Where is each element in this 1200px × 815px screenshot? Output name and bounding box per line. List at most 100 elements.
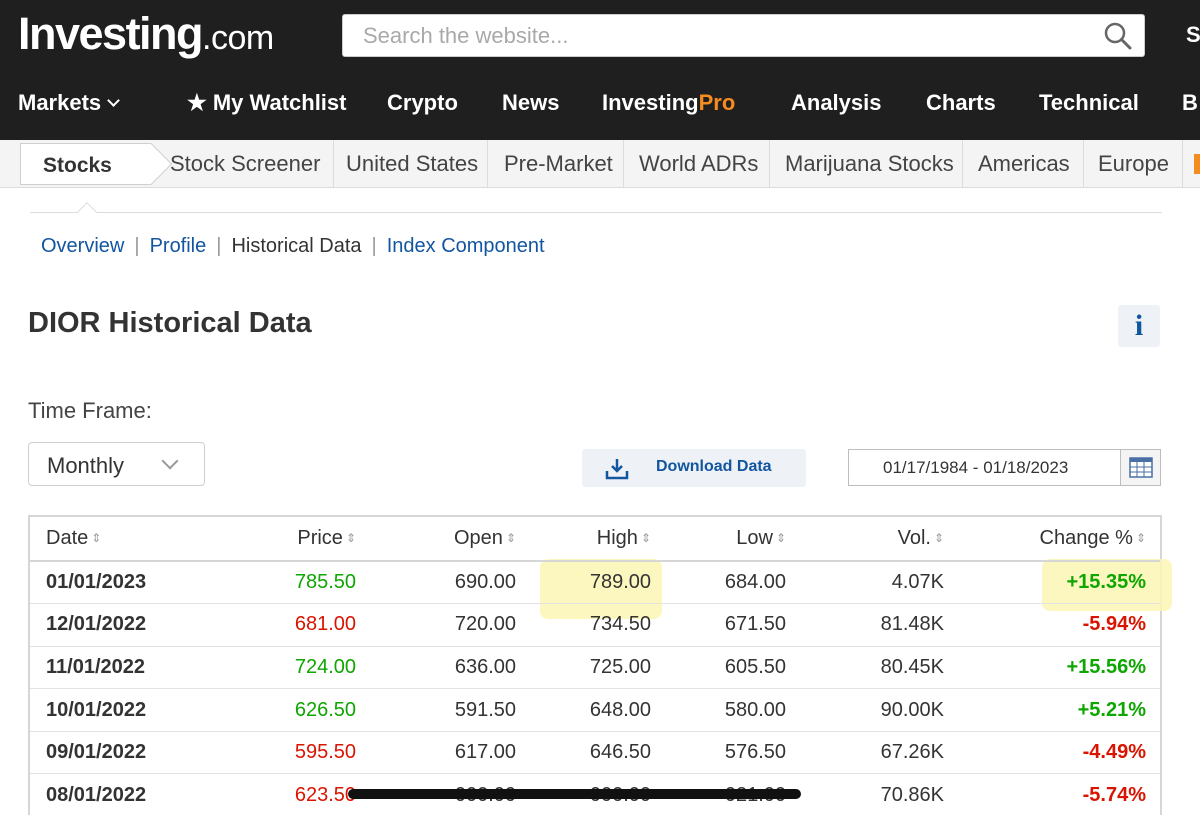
cell-change: -5.74% [958, 773, 1160, 815]
cell-high: 648.00 [530, 688, 665, 732]
cell-change: +5.21% [958, 688, 1160, 732]
divider [769, 140, 770, 187]
table-row: 12/01/2022 681.00 720.00 734.50 671.50 8… [30, 603, 1160, 647]
nav-truncated[interactable]: B [1182, 90, 1198, 116]
search-box [342, 14, 1145, 57]
cell-volume: 4.07K [800, 561, 958, 605]
link-overview[interactable]: Overview [41, 235, 124, 257]
subnav-overflow-accent [1194, 154, 1200, 174]
download-icon [605, 459, 629, 480]
col-date[interactable]: Date ⇕ [30, 517, 220, 562]
cell-low: 576.50 [665, 731, 800, 775]
cell-date: 09/01/2022 [30, 731, 220, 775]
cell-open: 636.00 [370, 646, 530, 690]
divider [962, 140, 963, 187]
top-header: Investing.com S Markets ★ My Watchlist C… [0, 0, 1200, 140]
timeframe-label: Time Frame: [28, 398, 152, 423]
col-price[interactable]: Price ⇕ [220, 517, 370, 562]
subnav-marijuana-stocks[interactable]: Marijuana Stocks [785, 151, 954, 177]
subnav-europe[interactable]: Europe [1098, 151, 1169, 177]
cell-price: 681.00 [220, 603, 370, 647]
nav-my-watchlist[interactable]: ★ My Watchlist [187, 90, 346, 116]
cell-change: -4.49% [958, 731, 1160, 775]
chevron-down-icon [107, 94, 121, 107]
home-indicator-bar [348, 789, 801, 799]
separator: | [216, 235, 222, 257]
tabs-underline [30, 212, 1162, 213]
user-menu[interactable]: S [1186, 22, 1200, 48]
subnav-pre-market[interactable]: Pre-Market [504, 151, 613, 177]
cell-change: +15.35% [958, 561, 1160, 605]
sort-icon: ⇕ [1135, 531, 1146, 545]
tab-stocks[interactable]: Stocks [20, 142, 173, 186]
link-index-component[interactable]: Index Component [387, 235, 545, 257]
table-row: 10/01/2022 626.50 591.50 648.00 580.00 9… [30, 688, 1160, 732]
chevron-down-icon [161, 452, 179, 470]
historical-data-table: Date ⇕ Price ⇕ Open ⇕ High ⇕ Low ⇕ Vol. ⇕ Chan… [30, 517, 1160, 815]
link-historical-data[interactable]: Historical Data [231, 235, 361, 257]
cell-price: 595.50 [220, 731, 370, 775]
cell-open: 690.00 [370, 561, 530, 605]
separator: | [371, 235, 377, 257]
logo-suffix-text: .com [202, 19, 274, 57]
cell-date: 12/01/2022 [30, 603, 220, 647]
nav-pro-suffix: Pro [698, 90, 736, 115]
search-icon[interactable] [1102, 21, 1134, 51]
subnav-world-adrs[interactable]: World ADRs [639, 151, 758, 177]
cell-open: 617.00 [370, 731, 530, 775]
download-data-label: Download Data [656, 458, 772, 475]
col-change[interactable]: Change % ⇕ [958, 517, 1160, 562]
cell-volume: 70.86K [800, 773, 958, 815]
tab-notch [77, 202, 97, 222]
cell-volume: 81.48K [800, 603, 958, 647]
search-input[interactable] [343, 15, 1083, 56]
sort-icon: ⇕ [505, 531, 516, 545]
nav-technical[interactable]: Technical [1039, 90, 1139, 116]
col-open[interactable]: Open ⇕ [370, 517, 530, 562]
nav-crypto[interactable]: Crypto [387, 90, 458, 116]
link-profile[interactable]: Profile [150, 235, 207, 257]
sort-icon: ⇕ [933, 531, 944, 545]
timeframe-value: Monthly [47, 453, 125, 478]
divider [487, 140, 488, 187]
cell-volume: 67.26K [800, 731, 958, 775]
nav-investing-pro[interactable]: InvestingPro [602, 90, 735, 116]
nav-markets[interactable]: Markets [18, 90, 121, 116]
timeframe-select[interactable]: Monthly [28, 442, 205, 486]
col-low[interactable]: Low ⇕ [665, 517, 800, 562]
main-nav: Markets ★ My Watchlist Crypto News Inves… [0, 86, 1200, 126]
col-change-label: Change % [1039, 527, 1133, 549]
info-icon[interactable]: i [1118, 305, 1160, 347]
cell-date: 10/01/2022 [30, 688, 220, 732]
cell-high: 646.50 [530, 731, 665, 775]
cell-price: 724.00 [220, 646, 370, 690]
nav-analysis[interactable]: Analysis [791, 90, 882, 116]
divider [623, 140, 624, 187]
divider [333, 140, 334, 187]
col-high-label: High [596, 527, 638, 549]
cell-high: 725.00 [530, 646, 665, 690]
cell-open: 591.50 [370, 688, 530, 732]
sub-nav: Stocks Stock Screener United States Pre-… [0, 140, 1200, 188]
cell-low: 684.00 [665, 561, 800, 605]
separator: | [134, 235, 140, 257]
nav-charts[interactable]: Charts [926, 90, 996, 116]
date-range-value: 01/17/1984 - 01/18/2023 [883, 458, 1069, 477]
col-date-label: Date [46, 527, 89, 549]
calendar-icon[interactable] [1120, 450, 1160, 485]
sort-icon: ⇕ [345, 531, 356, 545]
table-row: 09/01/2022 595.50 617.00 646.50 576.50 6… [30, 731, 1160, 775]
nav-news[interactable]: News [502, 90, 559, 116]
subnav-united-states[interactable]: United States [346, 151, 478, 177]
download-data-button[interactable]: Download Data [582, 449, 806, 487]
cell-open: 720.00 [370, 603, 530, 647]
subnav-stock-screener[interactable]: Stock Screener [170, 151, 320, 177]
subnav-americas[interactable]: Americas [978, 151, 1070, 177]
date-range-picker[interactable]: 01/17/1984 - 01/18/2023 [848, 449, 1161, 486]
cell-volume: 90.00K [800, 688, 958, 732]
col-volume[interactable]: Vol. ⇕ [800, 517, 958, 562]
col-low-label: Low [736, 527, 773, 549]
historical-data-table-container: Date ⇕ Price ⇕ Open ⇕ High ⇕ Low ⇕ Vol. ⇕ Chan… [28, 515, 1172, 815]
col-high[interactable]: High ⇕ [530, 517, 665, 562]
investing-logo[interactable]: Investing.com [18, 8, 274, 60]
